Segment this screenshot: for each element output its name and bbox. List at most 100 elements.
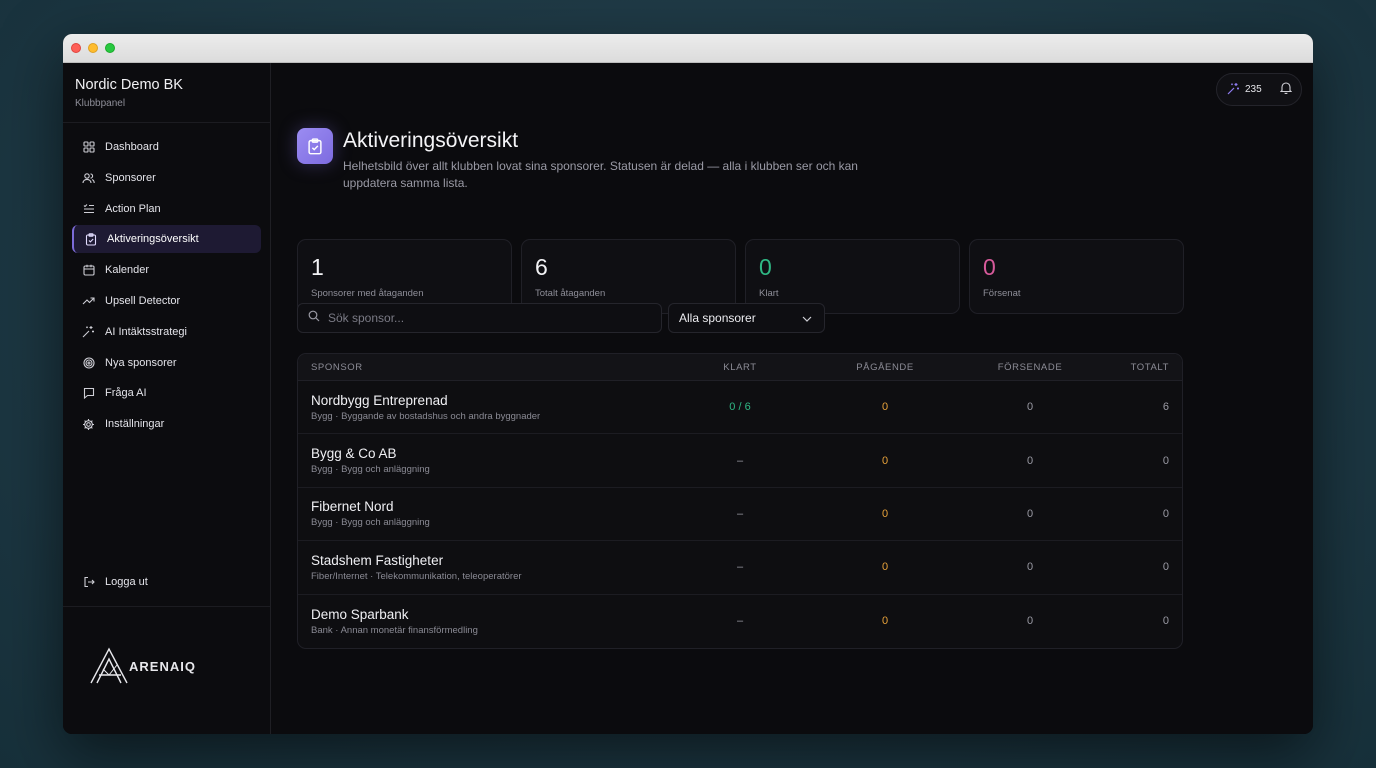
clipboard-check-icon <box>297 128 333 164</box>
sidebar-item-dashboard[interactable]: Dashboard <box>72 133 261 161</box>
calendar-icon <box>82 264 95 277</box>
column-header-totalt[interactable]: TOTALT <box>1100 362 1182 373</box>
totalt-value: 0 <box>1162 454 1169 467</box>
sponsor-filter-value: Alla sponsorer <box>679 311 756 325</box>
sponsor-category: Bygg · Bygg och anläggning <box>311 517 430 529</box>
page-title: Aktiveringsöversikt <box>343 129 519 152</box>
totalt-value: 0 <box>1162 507 1169 520</box>
close-window-button[interactable] <box>71 43 81 53</box>
target-icon <box>82 356 95 369</box>
table-row[interactable]: Bygg & Co AB Bygg · Bygg och anläggning –… <box>298 434 1182 488</box>
pagaende-value: 0 <box>881 401 889 414</box>
table-row[interactable]: Stadshem Fastigheter Fiber/Internet · Tel… <box>298 541 1182 595</box>
stat-value: 1 <box>311 254 324 280</box>
sparkles-icon <box>1227 82 1240 98</box>
sidebar-item-label: Kalender <box>105 264 150 277</box>
ai-credits-count: 235 <box>1245 84 1262 95</box>
bell-icon[interactable] <box>1279 81 1293 99</box>
sidebar-item-sponsorer[interactable]: Sponsorer <box>72 164 261 192</box>
klart-value: 0 / 6 <box>729 401 751 414</box>
sidebar-item-label: Nya sponsorer <box>105 356 177 369</box>
stat-label: Klart <box>759 288 779 299</box>
klart-value: – <box>736 561 744 574</box>
table-row[interactable]: Demo Sparbank Bank · Annan monetär finans… <box>298 595 1182 648</box>
arena-logo-mark <box>90 647 128 684</box>
sponsor-name: Stadshem Fastigheter <box>311 552 444 568</box>
sidebar-item-upsell-detector[interactable]: Upsell Detector <box>72 287 261 315</box>
sidebar-item-kalender[interactable]: Kalender <box>72 256 261 284</box>
totalt-value: 0 <box>1162 615 1169 628</box>
club-brand: Nordic Demo BK Klubbpanel <box>63 63 270 123</box>
pagaende-value: 0 <box>881 561 889 574</box>
gear-icon <box>82 418 95 431</box>
table-row[interactable]: Nordbygg Entreprenad Bygg · Byggande av b… <box>298 381 1182 435</box>
pagaende-value: 0 <box>881 454 889 467</box>
minimize-window-button[interactable] <box>88 43 98 53</box>
page-header: Aktiveringsöversikt Helhetsbild över all… <box>297 128 863 192</box>
column-header-pagaende[interactable]: PÅGÅENDE <box>810 362 960 373</box>
sponsor-category: Fiber/Internet · Telekommunikation, tele… <box>311 570 522 582</box>
sponsor-category: Bygg · Byggande av bostadshus och andra … <box>311 410 541 422</box>
forsenade-value: 0 <box>1026 454 1034 467</box>
sparkles-icon <box>82 325 95 338</box>
sidebar-item-label: Sponsorer <box>105 171 156 184</box>
sidebar-nav: Dashboard Sponsorer Action Plan Aktiveri… <box>63 123 270 441</box>
sidebar-item-label: Dashboard <box>105 141 159 153</box>
forsenade-value: 0 <box>1026 401 1034 414</box>
grid-icon <box>82 141 95 154</box>
search-input[interactable] <box>328 311 648 325</box>
logout-button[interactable]: Logga ut <box>72 568 261 596</box>
sponsor-category: Bygg · Bygg och anläggning <box>311 464 430 476</box>
maximize-window-button[interactable] <box>105 43 115 53</box>
logout-section: Logga ut <box>72 568 261 599</box>
page-description: Helhetsbild över allt klubben lovat sina… <box>343 159 858 190</box>
column-header-forsenade[interactable]: FÖRSENADE <box>960 362 1100 373</box>
sidebar: Nordic Demo BK Klubbpanel Dashboard Spon… <box>63 63 271 734</box>
totalt-value: 0 <box>1162 561 1169 574</box>
pagaende-value: 0 <box>881 507 889 520</box>
column-header-sponsor[interactable]: SPONSOR <box>298 362 670 373</box>
stat-label: Försenat <box>983 288 1021 299</box>
logo-text: ARENAIQ <box>129 658 196 674</box>
list-check-icon <box>82 202 95 215</box>
app-window: Nordic Demo BK Klubbpanel Dashboard Spon… <box>63 34 1313 734</box>
topbar-actions: 235 <box>1216 73 1302 106</box>
sidebar-item-installningar[interactable]: Inställningar <box>72 410 261 438</box>
sidebar-item-label: Action Plan <box>105 202 161 215</box>
ai-credits-badge[interactable]: 235 <box>1227 82 1262 98</box>
sidebar-item-fraga-ai[interactable]: Fråga AI <box>72 379 261 407</box>
klart-value: – <box>736 454 744 467</box>
column-header-klart[interactable]: KLART <box>670 362 810 373</box>
sponsor-category: Bank · Annan monetär finansförmedling <box>311 624 478 636</box>
sidebar-item-label: Upsell Detector <box>105 294 181 307</box>
forsenade-value: 0 <box>1026 561 1034 574</box>
stat-label: Totalt åtaganden <box>535 288 606 299</box>
sidebar-item-nya-sponsorer[interactable]: Nya sponsorer <box>72 349 261 377</box>
sidebar-item-ai-intaktsstrategi[interactable]: AI Intäktsstrategi <box>72 318 261 346</box>
pagaende-value: 0 <box>881 615 889 628</box>
logout-icon <box>82 576 95 589</box>
sponsor-table: SPONSOR KLART PÅGÅENDE FÖRSENADE TOTALT … <box>297 353 1183 649</box>
klart-value: – <box>736 507 744 520</box>
clipboard-check-icon <box>84 233 97 246</box>
sidebar-item-aktiveringsoversikt[interactable]: Aktiveringsöversikt <box>72 225 261 254</box>
logout-label: Logga ut <box>105 576 148 588</box>
totalt-value: 6 <box>1162 401 1169 414</box>
club-subtitle: Klubbpanel <box>75 98 126 109</box>
table-row[interactable]: Fibernet Nord Bygg · Bygg och anläggning … <box>298 488 1182 542</box>
sidebar-item-label: AI Intäktsstrategi <box>105 325 187 338</box>
stat-label: Sponsorer med åtaganden <box>311 288 424 299</box>
club-name: Nordic Demo BK <box>75 77 183 93</box>
trending-up-icon <box>82 294 95 307</box>
sponsor-filter-select[interactable]: Alla sponsorer <box>668 303 825 333</box>
stat-value: 0 <box>759 254 772 280</box>
sidebar-item-action-plan[interactable]: Action Plan <box>72 195 261 223</box>
users-icon <box>82 171 95 184</box>
arenaiq-logo: ARENAIQ <box>89 647 196 685</box>
stat-value: 6 <box>535 254 548 280</box>
forsenade-value: 0 <box>1026 507 1034 520</box>
klart-value: – <box>736 615 744 628</box>
sponsor-name: Demo Sparbank <box>311 606 409 622</box>
sidebar-item-label: Fråga AI <box>105 387 147 400</box>
chevron-down-icon <box>802 311 812 325</box>
